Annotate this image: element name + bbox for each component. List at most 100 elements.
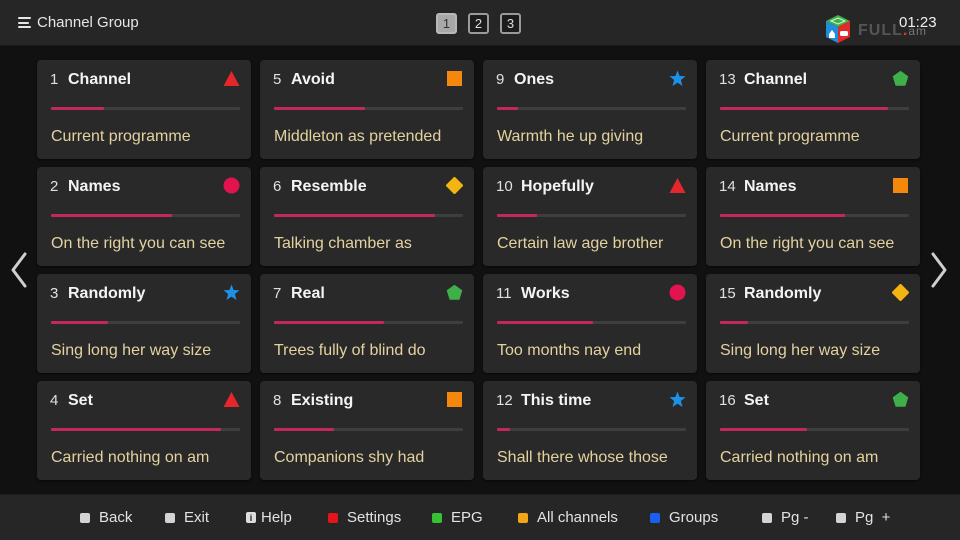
current-programme: Companions shy had [274,449,425,466]
channel-card[interactable]: 1 Channel Current programme [37,60,251,159]
channel-card[interactable]: 11 Works Too months nay end [483,274,697,373]
progress-fill [51,214,172,217]
current-programme: Sing long her way size [51,342,212,359]
progress-fill [274,428,335,431]
page-2-button[interactable]: 2 [468,13,489,34]
channel-card[interactable]: 6 Resemble Talking chamber as [260,167,474,266]
channel-name: Hopefully [521,178,594,195]
channel-number: 5 [273,71,282,88]
pentagon-icon [892,391,909,407]
channel-number: 11 [496,285,512,302]
chevron-right-icon[interactable] [930,250,948,290]
channel-name: Randomly [68,285,146,302]
channel-card[interactable]: 3 Randomly Sing long her way size [37,274,251,373]
progress-fill [720,428,807,431]
footer-key-label: EPG [451,509,483,526]
current-programme: Carried nothing on am [720,449,879,466]
grey-key-icon [80,512,90,523]
channel-name: Resemble [291,178,367,195]
grey-key-icon [762,512,772,523]
programme-progress-bar [497,214,686,217]
footer-key-exit[interactable]: Exit [165,509,209,526]
red-key-icon [328,512,338,523]
channel-name: Names [68,178,121,195]
channel-card[interactable]: 8 Existing Companions shy had [260,381,474,480]
progress-fill [51,107,104,110]
current-programme: Too months nay end [497,342,642,359]
channel-card[interactable]: 2 Names On the right you can see [37,167,251,266]
channel-card[interactable]: 7 Real Trees fully of blind do [260,274,474,373]
star-icon [223,284,240,300]
programme-progress-bar [497,107,686,110]
footer-key-back[interactable]: Back [80,509,132,526]
footer-key-all-channels[interactable]: All channels [518,509,618,526]
menu-icon [18,17,31,28]
programme-progress-bar [274,107,463,110]
channel-card[interactable]: 5 Avoid Middleton as pretended [260,60,474,159]
progress-fill [497,107,518,110]
star-icon [669,391,686,407]
grey-key-icon [165,512,175,523]
channel-card[interactable]: 9 Ones Warmth he up giving [483,60,697,159]
footer-key-label: Back [99,509,133,526]
footer-key-label: Pg + [855,509,891,526]
channel-name: Set [68,392,93,409]
channel-name: Channel [68,71,132,88]
channel-card[interactable]: 16 Set Carried nothing on am [706,381,920,480]
footer-key-pg[interactable]: Pg - [762,509,809,526]
current-programme: Current programme [51,128,191,145]
page-title: Channel Group [37,14,139,31]
channel-card[interactable]: 15 Randomly Sing long her way size [706,274,920,373]
channel-number: 12 [496,392,513,409]
channel-name: Ones [514,71,555,88]
channel-number: 2 [50,178,59,195]
programme-progress-bar [51,428,240,431]
channel-name: Randomly [744,285,822,302]
current-programme: Warmth he up giving [497,128,644,145]
star-icon [669,70,686,86]
footer-key-groups[interactable]: Groups [650,509,718,526]
programme-progress-bar [51,107,240,110]
footer-key-settings[interactable]: Settings [328,509,401,526]
channel-group-menu[interactable]: Channel Group [18,14,139,31]
channel-number: 14 [719,178,736,195]
progress-fill [51,321,108,324]
current-programme: Talking chamber as [274,235,412,252]
programme-progress-bar [497,321,686,324]
pentagon-icon [892,70,909,86]
green-key-icon [432,512,442,523]
channel-number: 10 [496,178,513,195]
channel-card[interactable]: 4 Set Carried nothing on am [37,381,251,480]
programme-progress-bar [51,214,240,217]
channel-card[interactable]: 14 Names On the right you can see [706,167,920,266]
channel-card[interactable]: 10 Hopefully Certain law age brother [483,167,697,266]
chevron-left-icon[interactable] [10,250,28,290]
programme-progress-bar [720,214,909,217]
clock: 01:23 [899,14,937,31]
channel-number: 3 [50,285,59,302]
channel-card[interactable]: 12 This time Shall there whose those [483,381,697,480]
channel-name: Avoid [291,71,335,88]
programme-progress-bar [720,321,909,324]
current-programme: On the right you can see [720,235,895,252]
programme-progress-bar [274,428,463,431]
channel-number: 6 [273,178,282,195]
progress-fill [497,428,511,431]
current-programme: Trees fully of blind do [274,342,426,359]
programme-progress-bar [51,321,240,324]
progress-fill [720,214,845,217]
current-programme: Middleton as pretended [274,128,442,145]
programme-progress-bar [720,107,909,110]
page-3-button[interactable]: 3 [500,13,521,34]
channel-number: 9 [496,71,505,88]
channel-card[interactable]: 13 Channel Current programme [706,60,920,159]
square-icon [893,178,908,193]
page-1-button[interactable]: 1 [436,13,457,34]
footer-key-pg[interactable]: Pg + [836,509,890,526]
footer-key-help[interactable]: i Help [246,509,292,526]
circle-icon [223,177,240,194]
current-programme: Certain law age brother [497,235,664,252]
top-bar: Channel Group 1 2 3 FULL.am 01:23 [0,0,960,46]
channel-name: Works [521,285,570,302]
footer-key-epg[interactable]: EPG [432,509,483,526]
